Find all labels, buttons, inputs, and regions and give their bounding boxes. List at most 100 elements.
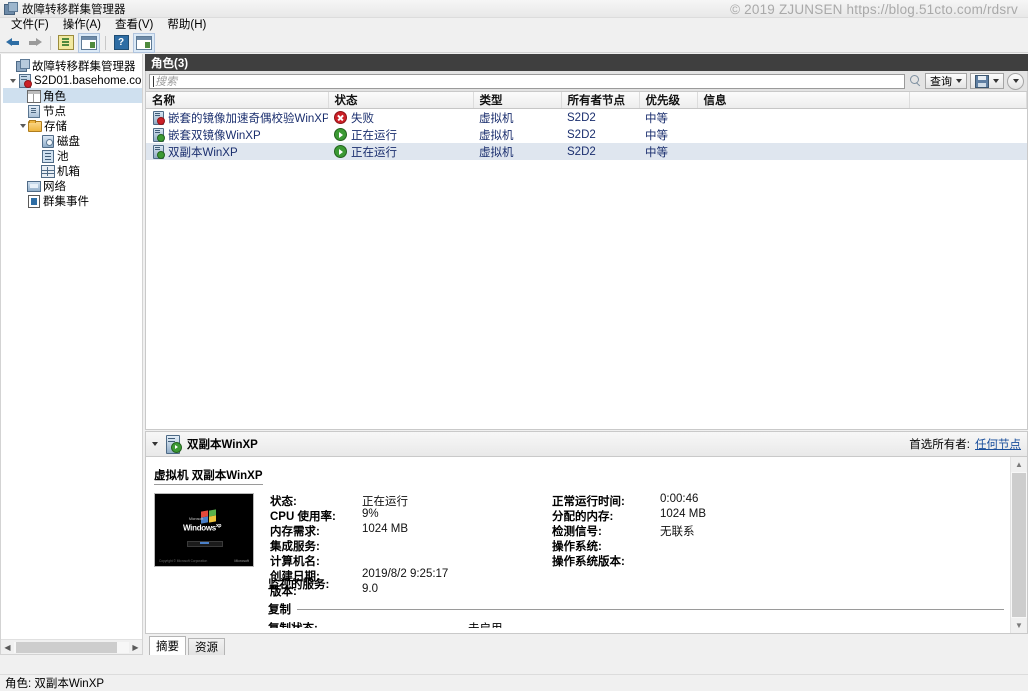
roles-icon — [27, 89, 41, 103]
cell-type: 虚拟机 — [479, 112, 514, 125]
column-header-status[interactable]: 状态 — [328, 92, 474, 109]
chevron-down-icon[interactable] — [152, 442, 158, 446]
field-label: 分配的内存: — [552, 511, 614, 523]
expand-filter-button[interactable] — [1007, 72, 1024, 90]
sidebar-item-storage[interactable]: 存储 — [3, 118, 142, 133]
scroll-left-arrow-icon[interactable]: ◀ — [1, 640, 14, 654]
failover-cluster-manager-window: 故障转移群集管理器 © 2019 ZJUNSEN https://blog.51… — [0, 0, 1028, 691]
chevron-down-icon — [956, 79, 962, 83]
scroll-down-arrow-icon[interactable]: ▼ — [1011, 618, 1027, 633]
role-name: 嵌套的镜像加速奇偶校验WinXP — [168, 112, 328, 125]
roles-table: 名称 状态 类型 所有者节点 优先级 信息 嵌套的镜像加速奇偶校验WinXP 失… — [145, 92, 1028, 430]
sidebar-item-pools[interactable]: 池 — [3, 148, 142, 163]
show-hide-console-tree-icon — [81, 35, 97, 50]
toolbar: ? — [0, 32, 1028, 53]
cell-priority: 中等 — [645, 129, 668, 142]
console-tree: 故障转移群集管理器 S2D01.basehome.com.cn 角色 节点 存储 — [1, 54, 142, 208]
main-content-pane: 角色(3) 搜索 查询 名称 状态 类型 所有者节点 优先级 信息 嵌套的镜像加… — [145, 54, 1028, 655]
disks-icon — [41, 134, 54, 148]
running-icon — [334, 145, 347, 158]
windows-xp-boot-thumbnail[interactable]: Microsoft Windowsxp Copyright © Microsof… — [154, 493, 254, 567]
cell-status: 失败 — [328, 109, 473, 127]
console-tree-button[interactable] — [78, 32, 100, 53]
field-label: 正常运行时间: — [552, 496, 625, 508]
toolbar-separator — [50, 35, 51, 50]
column-header-owner-node[interactable]: 所有者节点 — [561, 92, 640, 109]
expander-storage[interactable] — [17, 123, 28, 128]
details-vertical-scrollbar[interactable]: ▲ ▼ — [1010, 457, 1027, 633]
cluster-events-icon — [27, 194, 40, 208]
sidebar-item-roles[interactable]: 角色 — [3, 88, 142, 103]
field-value: 2019/8/2 9:25:17 — [362, 568, 449, 580]
field-value: 正在运行 — [362, 496, 408, 508]
properties-button[interactable] — [56, 34, 76, 52]
scroll-thumb[interactable] — [1012, 473, 1026, 617]
cluster-manager-icon — [4, 2, 18, 15]
table-row[interactable]: 嵌套双镜像WinXP 正在运行 虚拟机 S2D2 中等 — [146, 126, 1027, 143]
properties-icon — [58, 35, 74, 50]
sidebar-item-cluster-events[interactable]: 群集事件 — [3, 193, 142, 208]
field-value — [660, 553, 760, 568]
scroll-up-arrow-icon[interactable]: ▲ — [1011, 457, 1027, 472]
role-status: 正在运行 — [351, 146, 397, 159]
expander-cluster[interactable] — [7, 78, 18, 83]
role-status: 正在运行 — [351, 129, 397, 142]
save-query-button[interactable] — [970, 73, 1004, 89]
preferred-owner-label: 首选所有者: — [909, 439, 970, 451]
cell-status: 正在运行 — [328, 126, 473, 143]
field-label: CPU 使用率: — [270, 511, 336, 523]
forward-button[interactable] — [25, 34, 45, 52]
tree-item-cluster[interactable]: S2D01.basehome.com.cn — [3, 73, 142, 88]
field-value: 9.0 — [362, 583, 378, 595]
sidebar-item-nodes[interactable]: 节点 — [3, 103, 142, 118]
tab-summary[interactable]: 摘要 — [149, 636, 186, 655]
menu-item-file[interactable]: 文件(F) — [4, 18, 56, 33]
table-row[interactable]: 双副本WinXP 正在运行 虚拟机 S2D2 中等 — [146, 143, 1027, 160]
cell-information — [697, 143, 909, 160]
field-value: 1024 MB — [660, 508, 707, 520]
field-value: 无联系 — [660, 526, 695, 538]
enclosures-icon — [41, 164, 55, 178]
tree-item-root[interactable]: 故障转移群集管理器 — [3, 58, 142, 73]
sidebar-item-disks[interactable]: 磁盘 — [3, 133, 142, 148]
save-icon — [975, 74, 989, 88]
column-header-information[interactable]: 信息 — [697, 92, 910, 109]
column-header-name[interactable]: 名称 — [146, 92, 329, 109]
help-button[interactable]: ? — [111, 34, 131, 52]
preferred-owner-link[interactable]: 任何节点 — [975, 436, 1021, 452]
search-placeholder: 搜索 — [155, 76, 177, 88]
chevron-down-icon — [993, 79, 999, 83]
pools-icon — [41, 149, 54, 163]
tree-item-label: 网络 — [43, 180, 66, 193]
watermark-text: © 2019 ZJUNSEN https://blog.51cto.com/rd… — [730, 2, 1018, 17]
tab-resources[interactable]: 资源 — [188, 638, 225, 655]
menu-item-action[interactable]: 操作(A) — [56, 18, 108, 33]
field-label: 操作系统: — [552, 541, 602, 553]
cell-owner-node: S2D2 — [561, 143, 639, 160]
scroll-right-arrow-icon[interactable]: ▶ — [129, 640, 142, 654]
cell-type: 虚拟机 — [479, 129, 514, 142]
menu-item-help[interactable]: 帮助(H) — [160, 18, 213, 33]
vm-running-icon — [164, 435, 182, 454]
action-pane-button[interactable] — [133, 32, 155, 53]
tree-horizontal-scrollbar[interactable]: ◀ ▶ — [1, 639, 142, 654]
tree-item-label: 节点 — [43, 105, 66, 118]
status-bar: 角色: 双副本WinXP — [0, 674, 1028, 691]
scroll-track[interactable] — [14, 641, 129, 653]
role-status: 失败 — [351, 112, 374, 125]
scroll-thumb — [16, 641, 118, 653]
menu-item-view[interactable]: 查看(V) — [108, 18, 160, 33]
section-divider — [297, 608, 1004, 610]
column-header-type[interactable]: 类型 — [473, 92, 562, 109]
sidebar-item-enclosures[interactable]: 机箱 — [3, 163, 142, 178]
table-row[interactable]: 嵌套的镜像加速奇偶校验WinXP 失败 虚拟机 S2D2 中等 — [146, 109, 1027, 127]
query-button[interactable]: 查询 — [925, 73, 967, 89]
search-icon[interactable] — [908, 74, 922, 88]
roles-filter-bar: 搜索 查询 — [145, 71, 1028, 92]
column-header-priority[interactable]: 优先级 — [639, 92, 698, 109]
cell-priority: 中等 — [639, 143, 697, 160]
sidebar-item-networks[interactable]: 网络 — [3, 178, 142, 193]
search-input[interactable]: 搜索 — [149, 73, 905, 89]
cluster-node-icon — [18, 74, 32, 88]
back-button[interactable] — [3, 34, 23, 52]
